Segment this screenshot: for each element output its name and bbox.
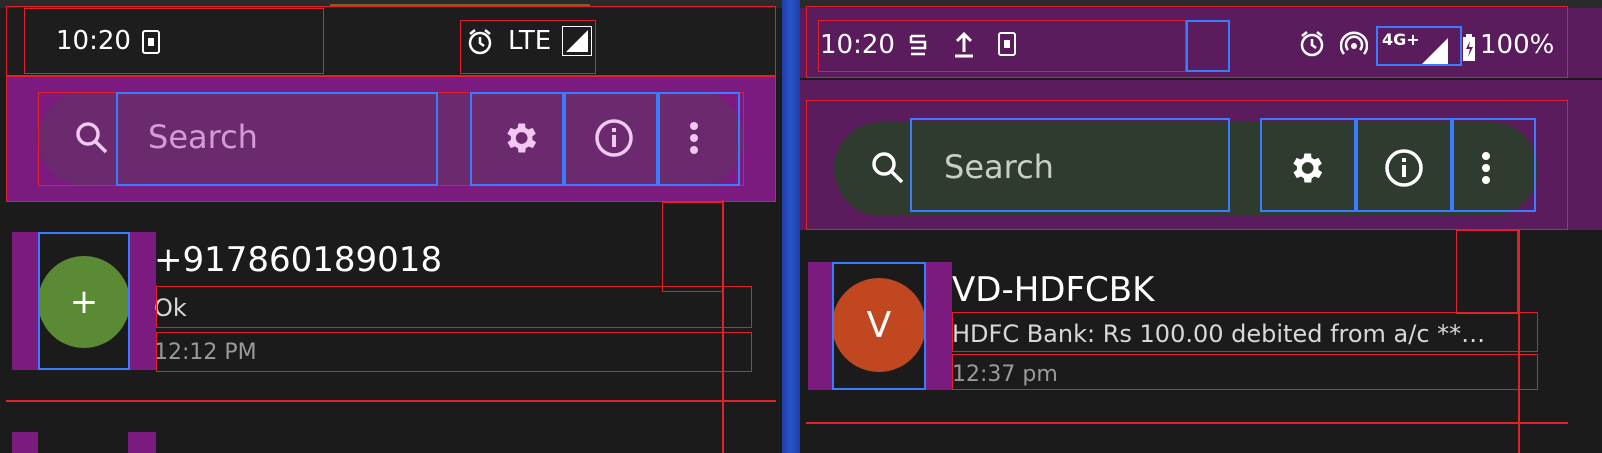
status-time: 10:20 bbox=[820, 30, 895, 60]
avatar[interactable]: + bbox=[38, 256, 130, 348]
status-time: 10:20 bbox=[56, 26, 131, 56]
item-mid-highlight bbox=[924, 262, 952, 390]
overlay-line bbox=[6, 400, 776, 402]
screen-divider bbox=[782, 0, 800, 453]
next-item-highlight bbox=[12, 432, 38, 453]
message-time: 12:37 pm bbox=[952, 362, 1058, 387]
message-time: 12:12 PM bbox=[154, 340, 257, 365]
search-bar[interactable]: Search bbox=[38, 92, 744, 186]
top-edge bbox=[800, 0, 1602, 8]
message-snippet: HDFC Bank: Rs 100.00 debited from a/c **… bbox=[952, 320, 1486, 348]
search-input[interactable]: Search bbox=[148, 118, 258, 156]
item-mid-highlight bbox=[128, 232, 156, 370]
app-notification-icon bbox=[142, 30, 160, 54]
app-notification-icon bbox=[998, 32, 1016, 56]
hotspot-icon bbox=[1340, 30, 1368, 58]
signal-icon bbox=[562, 26, 592, 56]
status-bar: 10:20 4G+ 100% bbox=[800, 8, 1602, 78]
more-vert-icon[interactable] bbox=[688, 118, 700, 158]
signal-icon bbox=[1420, 36, 1450, 66]
conversation-item[interactable]: V VD-HDFCBK HDFC Bank: Rs 100.00 debited… bbox=[800, 260, 1602, 400]
search-input[interactable]: Search bbox=[944, 148, 1054, 186]
search-icon[interactable] bbox=[74, 120, 110, 156]
gear-icon[interactable] bbox=[1286, 148, 1326, 188]
upload-icon bbox=[952, 30, 976, 58]
battery-icon bbox=[1462, 34, 1476, 62]
network-type: 4G+ bbox=[1382, 30, 1420, 49]
search-bar[interactable]: Search bbox=[834, 122, 1538, 216]
contact-name: VD-HDFCBK bbox=[952, 270, 1155, 310]
info-icon[interactable] bbox=[594, 118, 634, 158]
message-snippet: Ok bbox=[154, 294, 187, 322]
avatar-glyph: + bbox=[69, 282, 99, 322]
search-toolbar: Search bbox=[6, 76, 776, 202]
search-toolbar: Search bbox=[800, 80, 1602, 230]
search-icon[interactable] bbox=[870, 150, 906, 186]
conversation-item[interactable]: + +917860189018 Ok 12:12 PM bbox=[0, 230, 782, 380]
battery-percentage: 100% bbox=[1480, 30, 1555, 60]
contact-name: +917860189018 bbox=[154, 240, 443, 280]
item-left-highlight bbox=[808, 262, 832, 390]
more-vert-icon[interactable] bbox=[1480, 148, 1492, 188]
right-screen: 10:20 4G+ 100% Search V VD-HDFCBK HDFC B… bbox=[800, 0, 1602, 453]
overlay-line bbox=[806, 422, 1568, 424]
avatar-glyph: V bbox=[866, 304, 892, 346]
info-icon[interactable] bbox=[1384, 148, 1424, 188]
alarm-icon bbox=[466, 28, 494, 56]
left-screen: 10:20 LTE Search + +917860189018 Ok 12:1… bbox=[0, 0, 782, 453]
status-bar: 10:20 LTE bbox=[0, 8, 782, 76]
next-item-highlight-2 bbox=[128, 432, 156, 453]
top-accent bbox=[330, 4, 590, 7]
alarm-icon bbox=[1298, 30, 1326, 58]
network-type: LTE bbox=[508, 26, 552, 56]
avatar[interactable]: V bbox=[832, 278, 926, 372]
item-left-highlight bbox=[12, 232, 38, 370]
gear-icon[interactable] bbox=[500, 118, 540, 158]
sim-card-icon bbox=[906, 32, 930, 58]
